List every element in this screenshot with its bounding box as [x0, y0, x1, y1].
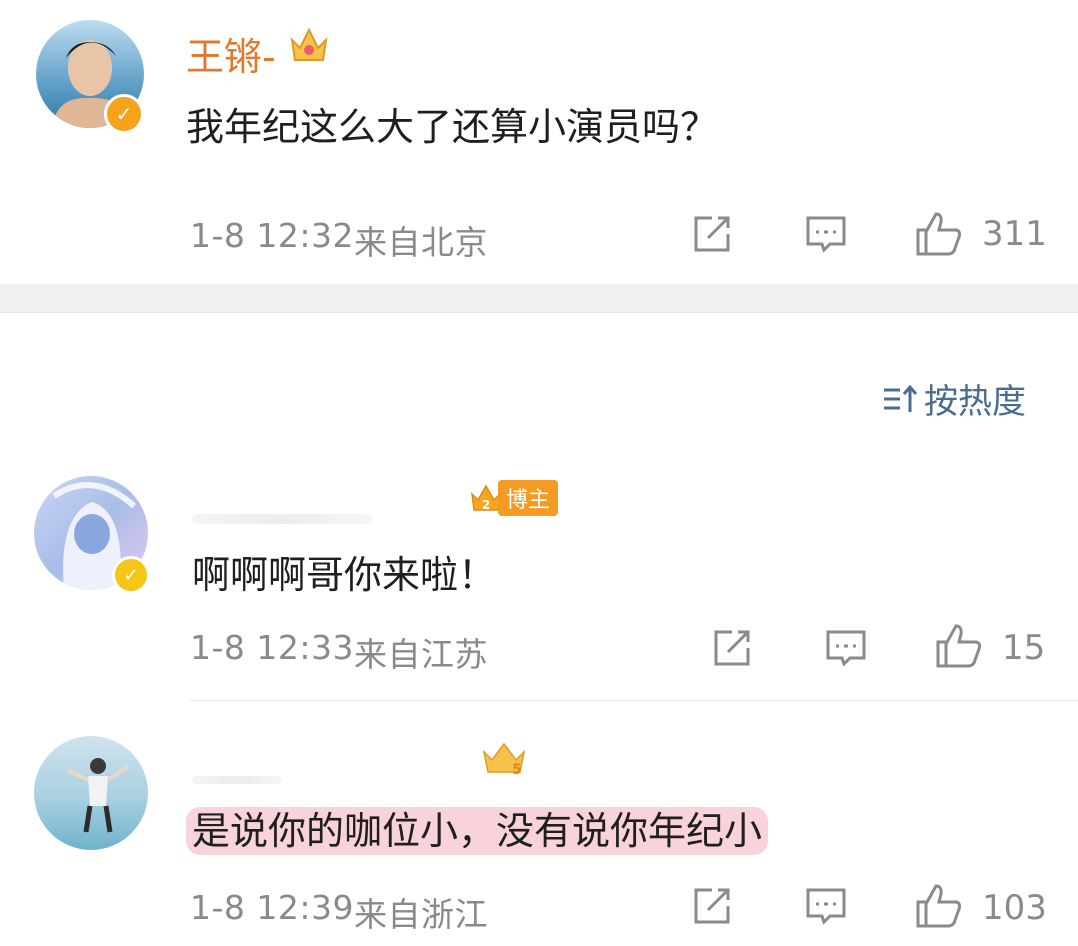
- comment-username-blurred: [192, 776, 282, 784]
- comment-like-count: 103: [982, 888, 1047, 928]
- svg-text:5: 5: [512, 762, 522, 778]
- blogger-badge: 2 博主: [468, 480, 559, 516]
- comment-icon[interactable]: [804, 884, 848, 928]
- comment-content: 啊啊啊哥你来啦！: [192, 553, 497, 597]
- svg-text:2: 2: [482, 498, 490, 512]
- post-content: 我年纪这么大了还算小演员吗？: [186, 105, 719, 149]
- post-time: 1-8 12:32: [190, 216, 354, 255]
- comment-avatar[interactable]: [34, 736, 148, 850]
- repost-icon[interactable]: [690, 884, 734, 928]
- comment-location: 来自江苏: [354, 635, 488, 674]
- section-separator: [0, 284, 1078, 313]
- comment-divider: [190, 700, 1078, 701]
- comment-content: 是说你的咖位小，没有说你年纪小: [186, 800, 769, 855]
- sort-icon: [882, 382, 920, 416]
- comment-time: 1-8 12:33: [190, 628, 354, 667]
- verified-badge-icon: ✓: [104, 94, 144, 134]
- comment-icon[interactable]: [824, 626, 868, 670]
- blogger-badge-label: 博主: [498, 480, 559, 516]
- comment-like-count: 15: [1002, 628, 1046, 668]
- post-location: 来自北京: [354, 223, 488, 262]
- level-crown-icon: 5: [478, 738, 530, 778]
- author-name[interactable]: 王锵-: [186, 26, 276, 81]
- verified-badge-icon: ✓: [112, 556, 150, 594]
- sort-label: 按热度: [924, 382, 1026, 422]
- comment-username-blurred: [192, 514, 372, 524]
- comment-icon[interactable]: [804, 212, 848, 256]
- sort-toggle[interactable]: 按热度: [882, 374, 1026, 423]
- comment-location: 来自浙江: [354, 895, 488, 934]
- crown-badge-icon: [286, 22, 332, 68]
- repost-icon[interactable]: [690, 212, 734, 256]
- comment-time: 1-8 12:39: [190, 888, 354, 927]
- repost-icon[interactable]: [710, 626, 754, 670]
- like-icon[interactable]: [914, 208, 964, 258]
- like-icon[interactable]: [914, 880, 964, 930]
- post-like-count: 311: [982, 214, 1047, 254]
- highlighted-text: 是说你的咖位小，没有说你年纪小: [186, 807, 769, 855]
- like-icon[interactable]: [934, 620, 984, 670]
